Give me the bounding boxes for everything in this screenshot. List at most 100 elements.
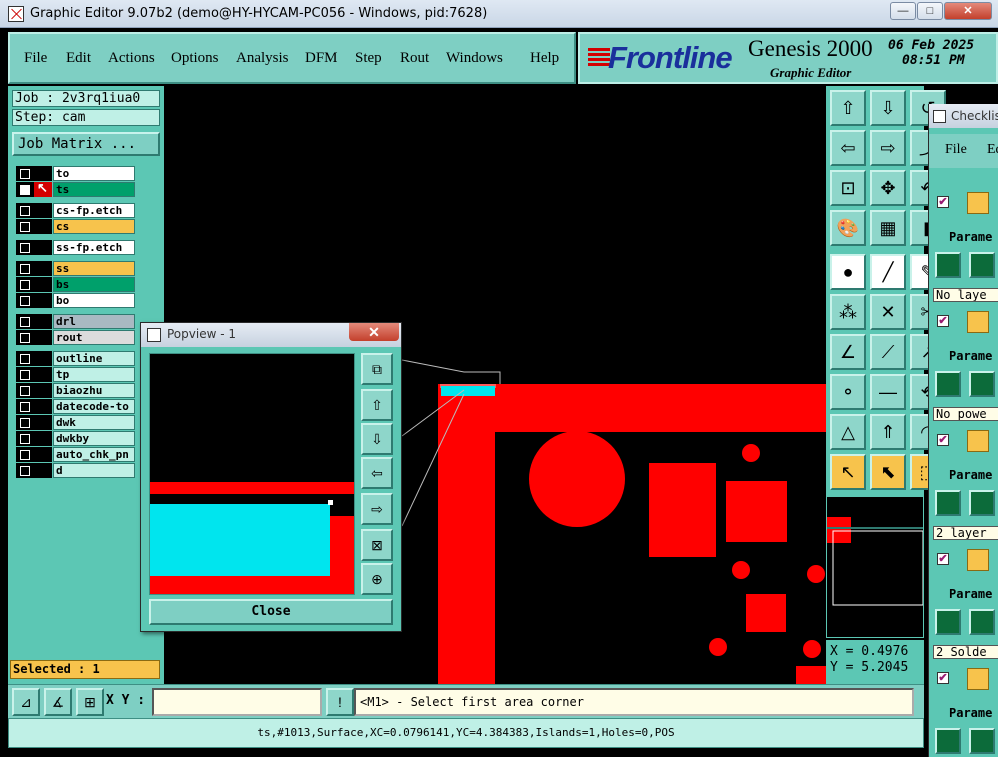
popview-zoom-fit-button[interactable]: ⧉ — [361, 353, 393, 385]
angle-measure-button[interactable]: ∡ — [44, 688, 72, 716]
layer-row[interactable]: ss-fp.etch — [16, 240, 136, 255]
measure-button[interactable]: ⊿ — [12, 688, 40, 716]
layer-display-checkbox[interactable] — [16, 203, 34, 218]
arrow-tool[interactable]: ⇑ — [870, 414, 906, 450]
move-left-tool[interactable]: ⇦ — [830, 130, 866, 166]
menu-options[interactable]: Options — [171, 50, 219, 67]
checklist-report-icon[interactable] — [969, 371, 995, 397]
layer-name[interactable]: ss — [53, 261, 135, 276]
layer-name[interactable]: biaozhu — [53, 383, 135, 398]
layer-name[interactable]: tp — [53, 367, 135, 382]
checklist-run-icon[interactable] — [935, 252, 961, 278]
checklist-report-icon[interactable] — [969, 728, 995, 754]
layer-affected-toggle[interactable] — [34, 399, 52, 414]
popview-pan-up-button[interactable]: ⇧ — [361, 389, 393, 421]
checklist-report-icon[interactable] — [969, 490, 995, 516]
checklist-titlebar[interactable]: Checklist — [929, 104, 998, 128]
menu-windows[interactable]: Windows — [446, 50, 503, 67]
close-window-button[interactable]: ✕ — [944, 2, 992, 20]
layer-affected-toggle[interactable] — [34, 367, 52, 382]
layer-display-checkbox[interactable] — [16, 415, 34, 430]
layer-affected-toggle[interactable] — [34, 447, 52, 462]
layer-name[interactable]: to — [53, 166, 135, 181]
layer-row[interactable]: to — [16, 166, 136, 181]
checklist-action-icon[interactable] — [967, 311, 989, 333]
layer-name[interactable]: dwk — [53, 415, 135, 430]
grid-tool[interactable]: ▦ — [870, 210, 906, 246]
checklist-menu-file[interactable]: File — [945, 142, 967, 158]
add-line-tool[interactable]: ╱ — [870, 254, 906, 290]
layer-name[interactable]: drl — [53, 314, 135, 329]
popview-zoom-out-button[interactable]: ⊕ — [361, 563, 393, 595]
layer-display-checkbox[interactable] — [16, 330, 34, 345]
layer-name[interactable]: datecode-to — [53, 399, 135, 414]
move-up-tool[interactable]: ⇧ — [830, 90, 866, 126]
layer-row[interactable]: rout — [16, 330, 136, 345]
layer-display-checkbox[interactable] — [16, 431, 34, 446]
checklist-item-checkbox[interactable]: ✔ — [937, 196, 949, 208]
layer-display-checkbox[interactable] — [16, 399, 34, 414]
layer-name[interactable]: outline — [53, 351, 135, 366]
layer-row[interactable]: auto_chk_pn — [16, 447, 136, 462]
minimize-button[interactable]: — — [890, 2, 916, 20]
checklist-run-icon[interactable] — [935, 728, 961, 754]
layer-display-checkbox[interactable] — [16, 166, 34, 181]
angle-tool[interactable]: ∠ — [830, 334, 866, 370]
layer-row[interactable]: cs — [16, 219, 136, 234]
checklist-parameters-label[interactable]: Parame — [949, 230, 992, 244]
layer-row[interactable]: bo — [16, 293, 136, 308]
select-in-tool[interactable]: ⬉ — [870, 454, 906, 490]
layer-row[interactable]: drl — [16, 314, 136, 329]
move-down-tool[interactable]: ⇩ — [870, 90, 906, 126]
checklist-parameters-label[interactable]: Parame — [949, 349, 992, 363]
layer-row[interactable]: outline — [16, 351, 136, 366]
layer-affected-toggle[interactable] — [34, 351, 52, 366]
checklist-item-checkbox[interactable]: ✔ — [937, 315, 949, 327]
layer-display-checkbox[interactable] — [16, 463, 34, 478]
layer-affected-toggle[interactable] — [34, 166, 52, 181]
layer-name[interactable]: d — [53, 463, 135, 478]
add-pad-tool[interactable]: ● — [830, 254, 866, 290]
menu-actions[interactable]: Actions — [108, 50, 155, 67]
layer-affected-toggle[interactable] — [34, 415, 52, 430]
layer-affected-pointer-icon[interactable] — [34, 180, 52, 197]
checklist-run-icon[interactable] — [935, 371, 961, 397]
layer-display-checkbox[interactable] — [16, 219, 34, 234]
layer-row[interactable]: cs-fp.etch — [16, 203, 136, 218]
checklist-action-icon[interactable] — [967, 192, 989, 214]
layer-affected-toggle[interactable] — [34, 463, 52, 478]
checklist-run-icon[interactable] — [935, 609, 961, 635]
layer-name[interactable]: bo — [53, 293, 135, 308]
display-control-tool[interactable]: 🎨 — [830, 210, 866, 246]
checklist-item-checkbox[interactable]: ✔ — [937, 434, 949, 446]
menu-dfm[interactable]: DFM — [305, 50, 338, 67]
layer-affected-toggle[interactable] — [34, 330, 52, 345]
popview-pan-right-button[interactable]: ⇨ — [361, 493, 393, 525]
slope-tool[interactable]: ⟋ — [870, 334, 906, 370]
layer-name[interactable]: bs — [53, 277, 135, 292]
connect-tool[interactable]: ⁂ — [830, 294, 866, 330]
layer-display-checkbox[interactable] — [16, 240, 34, 255]
overview-map[interactable] — [826, 496, 924, 638]
layer-display-checkbox[interactable] — [16, 351, 34, 366]
layer-display-checkbox[interactable] — [16, 261, 34, 276]
layer-display-checkbox[interactable] — [16, 293, 34, 308]
zoom-fit-tool[interactable]: ⊡ — [830, 170, 866, 206]
layer-display-checkbox[interactable] — [16, 314, 34, 329]
layer-row[interactable]: tp — [16, 367, 136, 382]
layer-name[interactable]: ts — [53, 182, 135, 197]
measure-tool[interactable]: ⚬ — [830, 374, 866, 410]
checklist-item-checkbox[interactable]: ✔ — [937, 553, 949, 565]
menu-rout[interactable]: Rout — [400, 50, 429, 67]
popview-pan-down-button[interactable]: ⇩ — [361, 423, 393, 455]
layer-name[interactable]: ss-fp.etch — [53, 240, 135, 255]
move-right-tool[interactable]: ⇨ — [870, 130, 906, 166]
layer-display-checkbox[interactable] — [16, 367, 34, 382]
xy-input[interactable] — [152, 688, 322, 716]
layer-display-checkbox[interactable] — [16, 383, 34, 398]
select-tool[interactable]: ↖ — [830, 454, 866, 490]
popview-close-x[interactable]: ✕ — [349, 323, 399, 341]
layer-row[interactable]: bs — [16, 277, 136, 292]
layer-row[interactable]: dwkby — [16, 431, 136, 446]
triangle-tool[interactable]: △ — [830, 414, 866, 450]
